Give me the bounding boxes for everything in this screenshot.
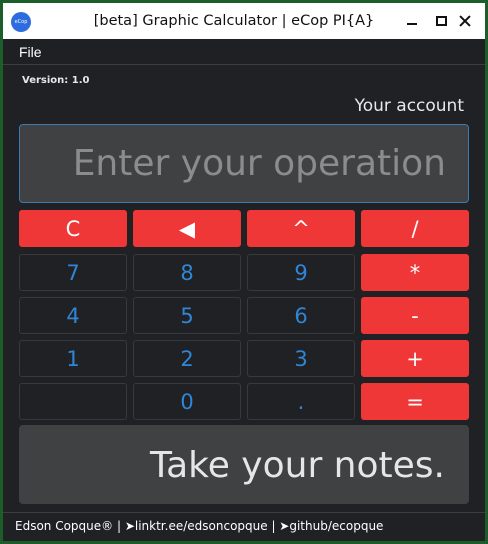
clear-button[interactable]: C	[19, 210, 127, 247]
digit-7-button[interactable]: 7	[19, 254, 127, 291]
equals-button[interactable]: =	[361, 383, 469, 420]
menu-file[interactable]: File	[19, 39, 42, 65]
close-icon[interactable]	[455, 11, 475, 31]
backspace-button[interactable]: ◀	[133, 210, 241, 247]
minimize-icon[interactable]	[403, 11, 423, 31]
maximize-icon[interactable]	[432, 11, 452, 31]
digit-2-button[interactable]: 2	[133, 340, 241, 377]
digit-0-button[interactable]: 0	[133, 383, 241, 420]
plus-button[interactable]: +	[361, 340, 469, 377]
minus-button[interactable]: -	[361, 297, 469, 334]
window-title: [beta] Graphic Calculator | eCop PI{A}	[93, 13, 375, 29]
notes-area[interactable]: Take your notes.	[19, 425, 469, 504]
digit-9-button[interactable]: 9	[247, 254, 355, 291]
divide-button[interactable]: /	[361, 210, 469, 247]
footer-credits: Edson Copque® | ➤linktr.ee/edsoncopque |…	[15, 519, 384, 533]
digit-8-button[interactable]: 8	[133, 254, 241, 291]
multiply-button[interactable]: *	[361, 254, 469, 291]
app-window: eCop Tools [beta] Graphic Calculator | e…	[3, 3, 485, 541]
app-logo-icon: eCop Tools	[11, 12, 31, 45]
status-bar: Edson Copque® | ➤linktr.ee/edsoncopque |…	[3, 512, 485, 541]
blank-button[interactable]	[19, 383, 127, 420]
title-bar[interactable]: eCop Tools [beta] Graphic Calculator | e…	[3, 3, 485, 45]
version-label: Version: 1.0	[22, 75, 90, 86]
operation-input[interactable]	[19, 124, 469, 203]
digit-5-button[interactable]: 5	[133, 297, 241, 334]
power-button[interactable]: ^	[247, 210, 355, 247]
digit-1-button[interactable]: 1	[19, 340, 127, 377]
digit-4-button[interactable]: 4	[19, 297, 127, 334]
digit-6-button[interactable]: 6	[247, 297, 355, 334]
digit-3-button[interactable]: 3	[247, 340, 355, 377]
menu-bar: File	[3, 39, 485, 65]
decimal-point-button[interactable]: .	[247, 383, 355, 420]
account-link[interactable]: Your account	[355, 96, 464, 116]
